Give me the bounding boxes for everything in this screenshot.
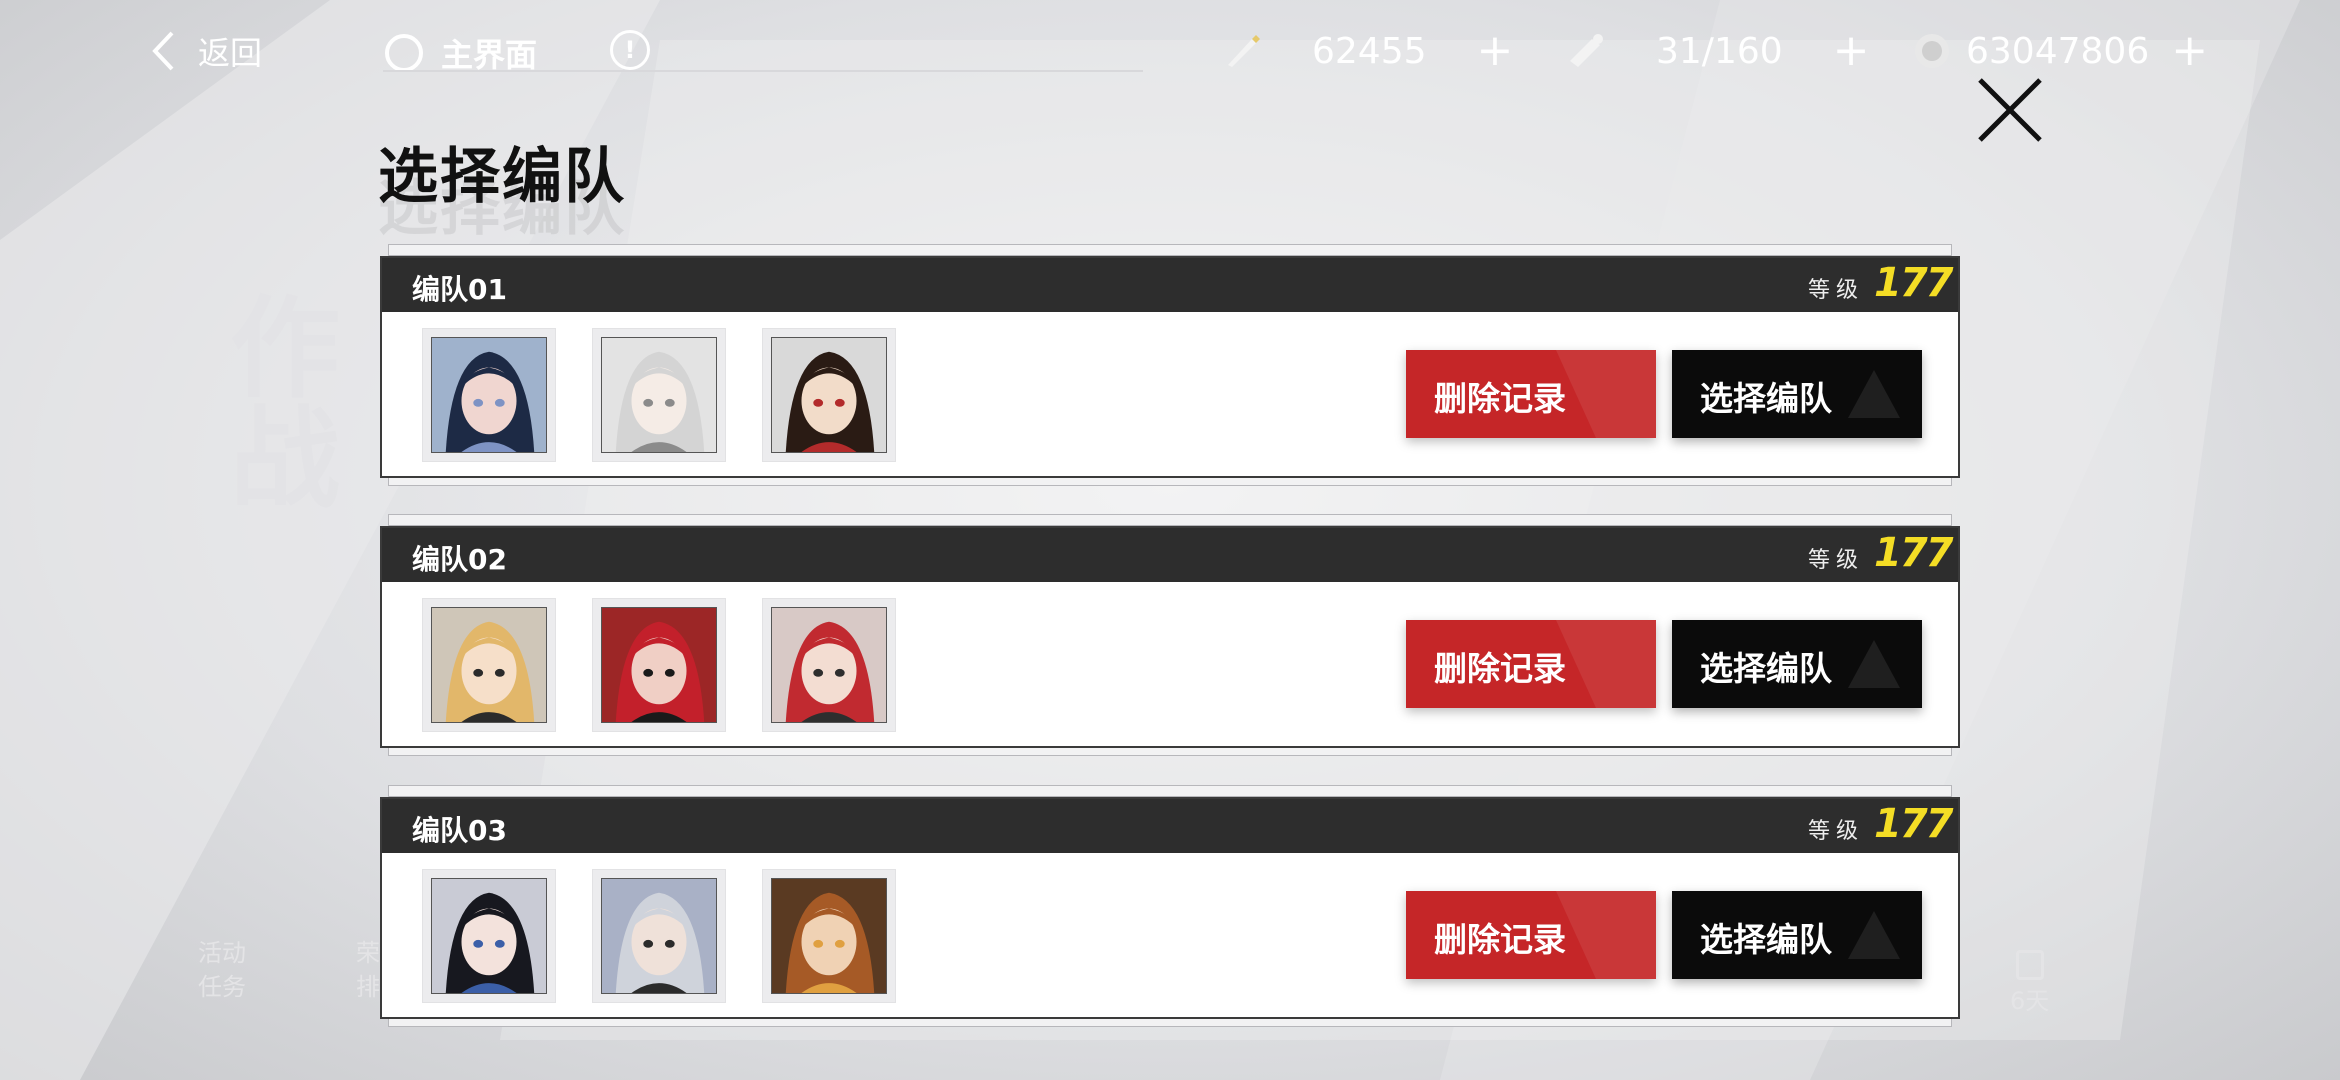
select-team-button[interactable]: 选择编队 [1672, 891, 1922, 979]
home-circle-icon [385, 34, 423, 72]
chevron-left-icon [152, 31, 174, 71]
resource-coin-value: 63047806 [1966, 30, 2150, 72]
resource-pen-value: 62455 [1312, 30, 1427, 72]
coin-icon [1915, 34, 1949, 68]
character-portrait-red-hair [601, 607, 717, 723]
character-portrait-red-hair-profile [771, 607, 887, 723]
background-timer-label: 6天 [2010, 987, 2050, 1015]
team-card: 编队03 等级 177 删除记录 选择编队 [380, 797, 1960, 1019]
page-title: 选择编队 [378, 142, 626, 212]
team-name: 编队01 [412, 273, 507, 306]
stamina-icon [1570, 34, 1603, 67]
background-timer-tab: 6天 [2010, 950, 2049, 1018]
character-portrait-blonde-hair [431, 607, 547, 723]
level-value: 177 [1874, 530, 1953, 576]
level-label: 等级 [1808, 819, 1865, 844]
team-card: 编队02 等级 177 删除记录 选择编队 [380, 526, 1960, 748]
delete-record-button[interactable]: 删除记录 [1406, 350, 1656, 438]
background-activity-tab: 活动 任务 [198, 936, 246, 1004]
delete-record-button[interactable]: 删除记录 [1406, 620, 1656, 708]
team-member-portrait[interactable] [762, 598, 896, 732]
select-team-label: 选择编队 [1700, 920, 1832, 959]
background-activity-label-2: 任务 [198, 973, 246, 1001]
team-member-portrait[interactable] [422, 598, 556, 732]
delete-record-label: 删除记录 [1434, 920, 1566, 959]
team-member-portrait[interactable] [762, 869, 896, 1003]
team-member-portrait[interactable] [762, 328, 896, 462]
team-card: 编队01 等级 177 删除记录 选择编队 [380, 256, 1960, 478]
character-portrait-blue-hair [431, 337, 547, 453]
card-top-edge [388, 785, 1952, 797]
background-ghost-text: 作战 [211, 290, 339, 510]
info-button[interactable]: ! [610, 30, 650, 70]
team-member-portrait[interactable] [592, 869, 726, 1003]
back-button[interactable]: 返回 [150, 28, 262, 74]
character-portrait-white-hair [601, 337, 717, 453]
resource-coin: 63047806 + [1912, 26, 2208, 76]
pen-icon [1228, 35, 1260, 67]
team-member-portrait[interactable] [422, 328, 556, 462]
team-name: 编队02 [412, 543, 507, 576]
level-value: 177 [1874, 260, 1953, 306]
team-card-header: 编队03 等级 177 [382, 799, 1958, 853]
close-icon[interactable] [1976, 76, 2044, 144]
team-member-portrait[interactable] [592, 328, 726, 462]
triangle-decoration-icon [1848, 370, 1900, 418]
select-team-button[interactable]: 选择编队 [1672, 350, 1922, 438]
resource-pen: 62455 + [1222, 26, 1513, 76]
level-value: 177 [1874, 801, 1953, 847]
character-portrait-silver-hair [601, 878, 717, 994]
card-top-edge [388, 514, 1952, 526]
team-name: 编队03 [412, 814, 507, 847]
level-label: 等级 [1808, 548, 1865, 573]
top-divider [383, 70, 1143, 72]
team-member-portrait[interactable] [422, 869, 556, 1003]
select-team-label: 选择编队 [1700, 379, 1832, 418]
select-team-label: 选择编队 [1700, 649, 1832, 688]
select-team-button[interactable]: 选择编队 [1672, 620, 1922, 708]
delete-record-button[interactable]: 删除记录 [1406, 891, 1656, 979]
resource-stamina-value: 31/160 [1656, 30, 1783, 72]
add-coin-button[interactable]: + [2171, 29, 2208, 73]
character-portrait-dark-hair [771, 337, 887, 453]
add-stamina-button[interactable]: + [1833, 29, 1870, 73]
lock-icon [2015, 950, 2044, 980]
background-activity-label-1: 活动 [198, 939, 246, 967]
resource-stamina: 31/160 + [1566, 26, 1870, 76]
delete-record-label: 删除记录 [1434, 649, 1566, 688]
delete-record-label: 删除记录 [1434, 379, 1566, 418]
add-pen-button[interactable]: + [1477, 29, 1514, 73]
triangle-decoration-icon [1848, 640, 1900, 688]
team-member-portrait[interactable] [592, 598, 726, 732]
character-portrait-black-hair [431, 878, 547, 994]
character-portrait-brown-hair [771, 878, 887, 994]
team-card-header: 编队01 等级 177 [382, 258, 1958, 312]
team-card-header: 编队02 等级 177 [382, 528, 1958, 582]
level-label: 等级 [1808, 278, 1865, 303]
triangle-decoration-icon [1848, 911, 1900, 959]
back-label: 返回 [198, 34, 263, 72]
card-top-edge [388, 244, 1952, 256]
